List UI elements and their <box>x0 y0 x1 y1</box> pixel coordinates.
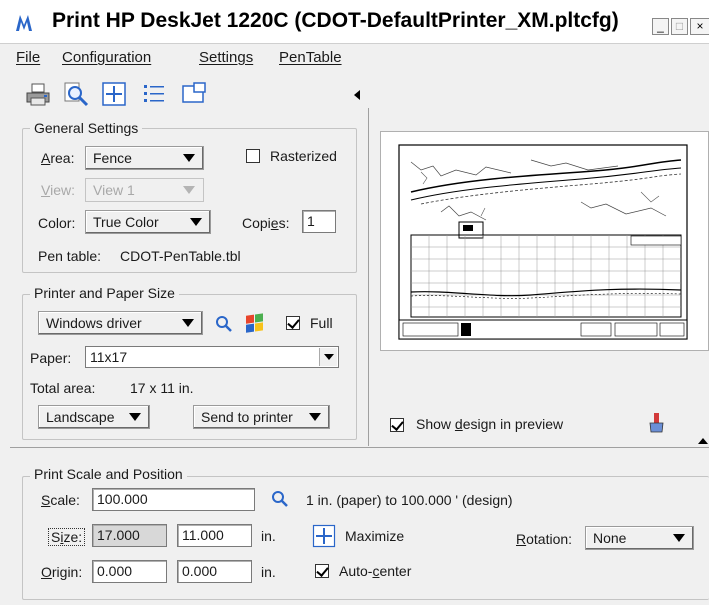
expand-arrow-icon[interactable] <box>697 436 709 446</box>
panel-divider <box>368 108 369 446</box>
menu-settings[interactable]: Settings <box>199 49 253 66</box>
chevron-down-icon <box>309 413 321 421</box>
magnifier-icon[interactable] <box>270 489 290 509</box>
menu-file[interactable]: File <box>16 49 40 66</box>
show-design-checkbox[interactable] <box>390 418 404 432</box>
send-to-dropdown[interactable]: Send to printer <box>193 405 330 429</box>
full-checkbox[interactable] <box>286 316 300 330</box>
minimize-button[interactable]: _ <box>652 18 669 35</box>
full-label: Full <box>310 315 333 331</box>
list-icon[interactable] <box>140 80 168 108</box>
area-label: Area: <box>41 150 75 166</box>
fit-crosshair-icon[interactable] <box>100 80 128 108</box>
view-label: View: <box>41 182 75 198</box>
preview-drawing <box>398 144 688 340</box>
close-button[interactable]: × <box>690 18 709 35</box>
copies-label: Copies: <box>242 215 290 231</box>
title-bar: Print HP DeskJet 1220C (CDOT-DefaultPrin… <box>0 0 709 44</box>
rasterized-checkbox[interactable] <box>246 149 260 163</box>
rasterized-label: Rasterized <box>270 148 337 164</box>
rotation-value: None <box>593 530 627 546</box>
size-label: Size: <box>48 528 86 546</box>
driver-value: Windows driver <box>46 315 142 331</box>
chevron-down-icon <box>673 534 685 542</box>
menu-bar: File Configuration Settings PenTable <box>0 46 709 70</box>
rotation-dropdown[interactable]: None <box>585 526 694 550</box>
rotation-label: Rotation: <box>516 531 573 547</box>
show-design-label: Show design in preview <box>416 416 564 432</box>
copies-field[interactable]: 1 <box>302 210 336 233</box>
view-dropdown[interactable]: View 1 <box>85 178 204 202</box>
area-value: Fence <box>93 150 132 166</box>
layout-icon[interactable] <box>180 80 208 108</box>
chevron-down-icon <box>183 154 195 162</box>
view-value: View 1 <box>93 182 135 198</box>
maximize-button[interactable]: □ <box>671 18 688 35</box>
chevron-down-icon <box>129 413 141 421</box>
collapse-arrow-icon[interactable] <box>352 89 362 101</box>
autocenter-checkbox[interactable] <box>315 564 329 578</box>
origin-unit: in. <box>261 564 276 580</box>
menu-pentable[interactable]: PenTable <box>279 49 342 66</box>
size-unit: in. <box>261 528 276 544</box>
preview-magnifier-icon[interactable] <box>62 80 90 108</box>
paper-combo[interactable]: 11x17 <box>85 346 339 368</box>
scale-label: Scale: <box>41 492 80 508</box>
printer-icon[interactable] <box>24 80 52 108</box>
window-title: Print HP DeskJet 1220C (CDOT-DefaultPrin… <box>52 9 619 32</box>
color-label: Color: <box>38 215 76 231</box>
general-settings-label: General Settings <box>30 120 143 136</box>
microstation-logo-icon <box>16 15 32 31</box>
scale-description: 1 in. (paper) to 100.000 ' (design) <box>306 492 513 508</box>
section-divider <box>10 447 709 448</box>
origin-label: Origin: <box>41 564 83 580</box>
paper-value: 11x17 <box>90 349 128 365</box>
send-to-value: Send to printer <box>201 409 293 425</box>
brush-icon[interactable] <box>646 412 666 434</box>
maximize-crosshair-icon[interactable] <box>312 524 336 548</box>
pentable-label: Pen table: <box>38 248 102 264</box>
size-height-field[interactable]: 11.000 <box>177 524 252 547</box>
maximize-label[interactable]: Maximize <box>345 528 404 544</box>
chevron-down-icon <box>182 319 194 327</box>
pentable-value: CDOT-PenTable.tbl <box>120 248 241 264</box>
scale-position-label: Print Scale and Position <box>30 466 187 482</box>
menu-configuration[interactable]: Configuration <box>62 49 151 66</box>
scale-field[interactable]: 100.000 <box>92 488 255 511</box>
printer-paper-label: Printer and Paper Size <box>30 285 179 301</box>
chevron-down-icon <box>183 186 195 194</box>
area-dropdown[interactable]: Fence <box>85 146 204 170</box>
windows-printer-icon[interactable] <box>244 313 266 335</box>
search-printer-icon[interactable] <box>214 314 234 334</box>
origin-x-field[interactable]: 0.000 <box>92 560 167 583</box>
orientation-dropdown[interactable]: Landscape <box>38 405 150 429</box>
chevron-down-icon <box>319 348 337 366</box>
origin-y-field[interactable]: 0.000 <box>177 560 252 583</box>
print-preview[interactable] <box>380 131 709 351</box>
orientation-value: Landscape <box>46 409 115 425</box>
size-width-field[interactable]: 17.000 <box>92 524 167 547</box>
autocenter-label: Auto-center <box>339 563 412 579</box>
total-area-value: 17 x 11 in. <box>130 380 194 396</box>
driver-dropdown[interactable]: Windows driver <box>38 311 203 335</box>
total-area-label: Total area: <box>30 380 96 396</box>
color-dropdown[interactable]: True Color <box>85 210 211 234</box>
color-value: True Color <box>93 214 159 230</box>
chevron-down-icon <box>190 218 202 226</box>
paper-label: Paper: <box>30 350 72 366</box>
